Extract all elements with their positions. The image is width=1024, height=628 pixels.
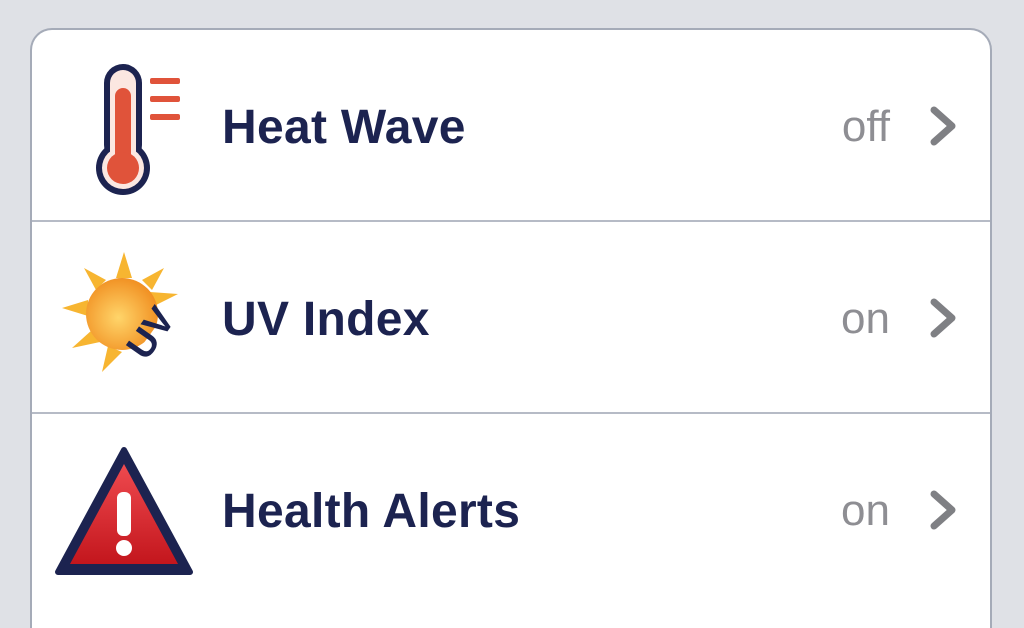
heat-wave-row[interactable]: Heat Wave off — [32, 30, 990, 220]
uv-index-value: on — [841, 294, 890, 343]
health-alerts-value: on — [841, 486, 890, 535]
alerts-settings-group: Heat Wave off UV UV Index on Health Aler… — [30, 28, 992, 628]
chevron-right-icon — [926, 490, 960, 530]
chevron-right-icon — [926, 106, 960, 146]
heat-wave-label: Heat Wave — [222, 101, 466, 154]
heat-wave-value: off — [841, 102, 890, 151]
health-alerts-label: Health Alerts — [222, 485, 521, 538]
uv-index-label: UV Index — [222, 293, 430, 346]
thermometer-icon — [54, 58, 194, 198]
uv-index-row[interactable]: UV UV Index on — [32, 222, 990, 414]
chevron-right-icon — [926, 298, 960, 338]
warning-triangle-icon — [54, 444, 194, 584]
uv-sun-icon: UV — [54, 244, 194, 384]
health-alerts-row[interactable]: Health Alerts on — [32, 414, 990, 628]
